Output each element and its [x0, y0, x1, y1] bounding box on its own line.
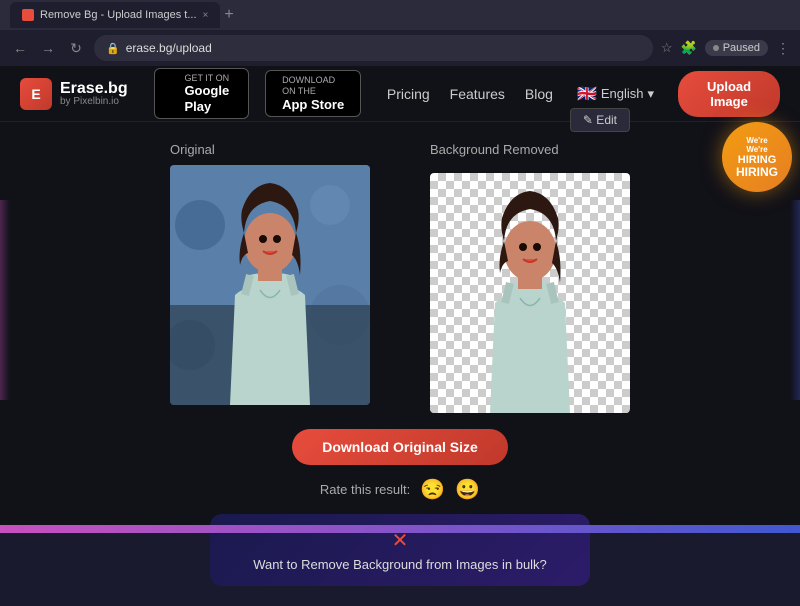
app-store-badge[interactable]: Download on the App Store [265, 70, 361, 117]
forward-button[interactable]: → [38, 40, 58, 56]
website-content: E Erase.bg by Pixelbin.io ▶ GET IT ON Go… [0, 66, 800, 533]
lock-icon: 🔒 [106, 42, 120, 55]
language-label: English [601, 86, 644, 101]
rate-row: Rate this result: 😒 😀 [320, 477, 480, 502]
address-bar[interactable]: 🔒 erase.bg/upload [94, 35, 653, 61]
browser-menu-button[interactable]: ⋮ [776, 40, 790, 57]
images-row: Original [40, 142, 760, 413]
original-image-container [170, 165, 370, 405]
original-label: Original [170, 142, 215, 157]
nav-features[interactable]: Features [450, 86, 505, 102]
active-tab[interactable]: Remove Bg - Upload Images t... × [10, 2, 220, 28]
original-image [170, 165, 370, 405]
reload-button[interactable]: ↻ [66, 40, 86, 57]
google-play-badge[interactable]: ▶ GET IT ON Google Play [154, 68, 250, 120]
main-content: Original [0, 122, 800, 606]
nav-links: Pricing Features Blog [387, 86, 553, 102]
rate-label: Rate this result: [320, 482, 410, 497]
tab-title: Remove Bg - Upload Images t... [40, 9, 197, 21]
flag-icon: 🇬🇧 [577, 84, 597, 104]
removed-section: Background Removed ✎ Edit [430, 142, 630, 413]
nav-blog[interactable]: Blog [525, 86, 553, 102]
app-store-text: Download on the App Store [282, 75, 350, 112]
logo-area[interactable]: E Erase.bg by Pixelbin.io [20, 78, 128, 110]
google-play-icon: ▶ [165, 83, 179, 104]
bulk-text: Want to Remove Background from Images in… [240, 557, 560, 572]
download-button[interactable]: Download Original Size [292, 429, 508, 465]
browser-tabs: Remove Bg - Upload Images t... × + [10, 2, 234, 28]
tab-favicon [22, 9, 34, 21]
paused-label: Paused [723, 42, 760, 54]
new-tab-btn[interactable]: + [224, 6, 233, 24]
bulk-promo-banner[interactable]: ✕ Want to Remove Background from Images … [210, 514, 590, 586]
extensions-icon[interactable]: 🧩 [681, 40, 697, 56]
upload-image-button[interactable]: Upload Image [678, 71, 780, 117]
tab-close-btn[interactable]: × [203, 10, 209, 21]
bulk-icon: ✕ [240, 528, 560, 553]
hiring-line2: HIRING [738, 154, 777, 166]
app-store-name: App Store [282, 97, 350, 113]
logo-name: Erase.bg [60, 81, 128, 97]
removed-image-container [430, 173, 630, 413]
language-selector[interactable]: 🇬🇧 English ▾ [569, 80, 662, 108]
address-text: erase.bg/upload [126, 41, 212, 55]
logo-text: Erase.bg by Pixelbin.io [60, 81, 128, 107]
google-play-text: GET IT ON Google Play [184, 73, 238, 115]
app-store-get: Download on the [282, 75, 350, 97]
google-play-name: Google Play [184, 83, 238, 114]
removed-label: Background Removed [430, 142, 559, 157]
browser-chrome: Remove Bg - Upload Images t... × + [0, 0, 800, 30]
google-play-get: GET IT ON [184, 73, 238, 84]
address-bar-row: ← → ↻ 🔒 erase.bg/upload ☆ 🧩 Paused ⋮ [0, 30, 800, 66]
rate-bad-emoji[interactable]: 😒 [420, 477, 445, 502]
logo-sub: by Pixelbin.io [60, 97, 128, 107]
star-icon[interactable]: ☆ [661, 40, 673, 56]
hiring-badge[interactable]: We're HIRING [722, 122, 792, 192]
back-button[interactable]: ← [10, 40, 30, 56]
navbar: E Erase.bg by Pixelbin.io ▶ GET IT ON Go… [0, 66, 800, 122]
paused-dot [713, 45, 719, 51]
chevron-down-icon: ▾ [648, 86, 655, 102]
bottom-section: Download Original Size Rate this result:… [40, 429, 760, 586]
paused-badge: Paused [705, 40, 768, 56]
nav-pricing[interactable]: Pricing [387, 86, 430, 102]
rate-good-emoji[interactable]: 😀 [455, 477, 480, 502]
hiring-line1: We're [746, 145, 767, 154]
removed-background-image [430, 173, 630, 413]
removed-section-header: Background Removed ✎ Edit [430, 142, 630, 157]
browser-actions: ☆ 🧩 Paused ⋮ [661, 40, 790, 57]
edit-button[interactable]: ✎ Edit [570, 108, 630, 132]
original-section: Original [170, 142, 370, 405]
logo-icon: E [20, 78, 52, 110]
